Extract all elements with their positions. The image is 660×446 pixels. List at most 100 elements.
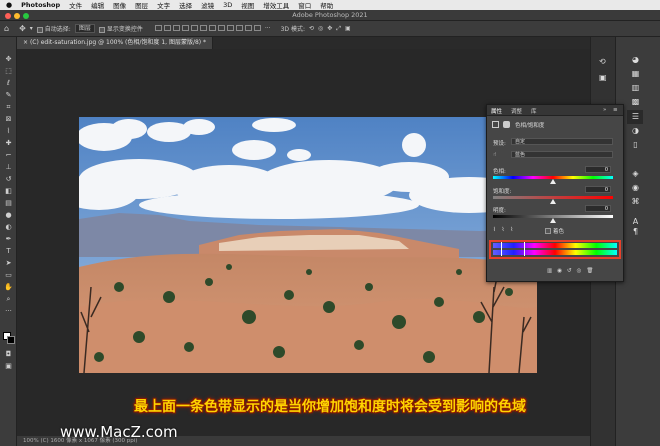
- watermark: www.MacZ.com: [60, 423, 178, 441]
- channels-panel-icon[interactable]: ◉: [630, 183, 641, 193]
- panel-footer-icons[interactable]: ▥◉↺◎🗑: [547, 268, 598, 274]
- path-select-tool-icon[interactable]: ➤: [4, 259, 13, 268]
- saturation-value-field[interactable]: 0: [585, 186, 611, 193]
- menu-help[interactable]: 帮助: [320, 0, 333, 10]
- menu-type[interactable]: 文字: [157, 0, 170, 10]
- document-tab[interactable]: × (C) edit-saturation.jpg @ 100% (色相/饱和度…: [17, 37, 214, 49]
- menu-layer[interactable]: 图层: [135, 0, 148, 10]
- character-panel-icon[interactable]: A: [630, 217, 641, 227]
- blur-tool-icon[interactable]: ●: [4, 211, 13, 220]
- paths-panel-icon[interactable]: ⌘: [630, 197, 641, 207]
- quick-select-tool-icon[interactable]: ✎: [4, 91, 13, 100]
- adjustments-panel-icon[interactable]: ◑: [630, 126, 641, 136]
- saturation-label: 饱和度:: [493, 189, 512, 195]
- hand-tool-icon[interactable]: ✋: [4, 283, 13, 292]
- mask-icon[interactable]: [503, 121, 510, 128]
- frame-tool-icon[interactable]: ⊠: [4, 115, 13, 124]
- history-panel-icon[interactable]: ⟲: [599, 57, 606, 66]
- hue-slider-thumb[interactable]: [550, 179, 556, 184]
- color-panel-icon[interactable]: ◕: [630, 55, 641, 65]
- patterns-panel-icon[interactable]: ▩: [630, 97, 641, 107]
- brush-tool-icon[interactable]: ⌐: [4, 151, 13, 160]
- crop-tool-icon[interactable]: ⌗: [4, 103, 13, 112]
- move-tool-icon[interactable]: ✥: [19, 24, 26, 33]
- colorize-checkbox[interactable]: [545, 228, 551, 234]
- properties-mini-icon[interactable]: ▣: [599, 73, 607, 82]
- document-image[interactable]: [79, 117, 537, 373]
- pen-tool-icon[interactable]: ✒: [4, 235, 13, 244]
- libraries-panel-icon[interactable]: ▯: [630, 140, 641, 150]
- gradients-panel-icon[interactable]: ▥: [630, 83, 641, 93]
- lightness-value-field[interactable]: 0: [585, 205, 611, 212]
- menu-3d[interactable]: 3D: [223, 1, 232, 9]
- move-tool-icon[interactable]: ✥: [4, 55, 13, 64]
- properties-tabs: 属性 调整 库 » ≡: [487, 105, 623, 116]
- close-tab-icon[interactable]: ×: [23, 39, 30, 46]
- properties-panel-icon[interactable]: ☰: [630, 112, 641, 122]
- menu-app-photoshop[interactable]: Photoshop: [21, 1, 60, 9]
- history-brush-tool-icon[interactable]: ↺: [4, 175, 13, 184]
- clone-stamp-tool-icon[interactable]: ⊥: [4, 163, 13, 172]
- saturation-slider-thumb[interactable]: [550, 199, 556, 204]
- more-tools-icon[interactable]: ···: [4, 307, 13, 316]
- auto-select-label: 自动选择:: [44, 26, 71, 33]
- show-transform-checkbox[interactable]: 显示变换控件: [98, 24, 143, 33]
- background-color-swatch[interactable]: [7, 336, 15, 344]
- properties-panel: 属性 调整 库 » ≡ 色相/饱和度 预设: 自定 ☝ 蓝色 色相: 0 饱和度…: [486, 104, 624, 282]
- menu-view[interactable]: 视图: [241, 0, 254, 10]
- options-bar: ⌂ ✥ ▾ 自动选择: 图层 显示变换控件 ··· 3D 模式: ⟲◎✥⤢▣: [0, 21, 660, 37]
- lightness-slider-thumb[interactable]: [550, 218, 556, 223]
- align-icons[interactable]: [153, 24, 261, 33]
- tab-libraries[interactable]: 库: [531, 107, 537, 115]
- more-options-icon[interactable]: ···: [265, 25, 271, 32]
- menu-window[interactable]: 窗口: [298, 0, 311, 10]
- tab-adjustments[interactable]: 调整: [511, 107, 522, 115]
- menu-select[interactable]: 选择: [179, 0, 192, 10]
- paragraph-panel-icon[interactable]: ¶: [630, 227, 641, 237]
- swatches-panel-icon[interactable]: ▦: [630, 69, 641, 79]
- auto-select-checkbox[interactable]: 自动选择:: [36, 24, 71, 33]
- layers-panel-icon[interactable]: ◈: [630, 169, 641, 179]
- document-tab-label: (C) edit-saturation.jpg @ 100% (色相/饱和度 1…: [29, 39, 207, 46]
- document-tab-bar: × (C) edit-saturation.jpg @ 100% (色相/饱和度…: [17, 37, 590, 49]
- home-icon[interactable]: ⌂: [4, 24, 9, 33]
- adjustment-layer-icon: [492, 121, 499, 128]
- quick-mask-icon[interactable]: ◘: [4, 350, 13, 359]
- rectangle-tool-icon[interactable]: ▭: [4, 271, 13, 280]
- menubar: ● Photoshop 文件 编辑 图像 图层 文字 选择 滤镜 3D 视图 增…: [0, 0, 660, 10]
- apple-icon[interactable]: ●: [6, 1, 12, 9]
- eyedropper-tool-icon[interactable]: ⌇: [4, 127, 13, 136]
- menu-filter[interactable]: 滤镜: [201, 0, 214, 10]
- 3d-mode-label: 3D 模式:: [280, 26, 305, 33]
- range-handles[interactable]: [501, 242, 525, 256]
- hue-label: 色相:: [493, 169, 506, 175]
- video-subtitle: 最上面一条色带显示的是当你增加饱和度时将会受到影响的色域: [134, 399, 526, 415]
- collapse-panel-icon[interactable]: »: [603, 107, 606, 113]
- eyedropper-icons[interactable]: ⌇⌇⌇: [493, 227, 519, 233]
- eraser-tool-icon[interactable]: ◧: [4, 187, 13, 196]
- lightness-label: 明度:: [493, 208, 506, 214]
- preset-dropdown[interactable]: 自定: [511, 138, 613, 145]
- tab-properties[interactable]: 属性: [491, 107, 502, 115]
- screen-mode-icon[interactable]: ▣: [4, 362, 13, 371]
- targeted-adjust-icon[interactable]: ☝: [493, 152, 496, 158]
- menu-plugins[interactable]: 增效工具: [263, 0, 289, 10]
- tools-panel: ✥ ⬚ ℓ ✎ ⌗ ⊠ ⌇ ✚ ⌐ ⊥ ↺ ◧ ▤ ● ◐ ✒ T ➤ ▭ ✋ …: [0, 37, 17, 446]
- panel-menu-icon[interactable]: ≡: [613, 107, 618, 113]
- channel-dropdown[interactable]: 蓝色: [511, 151, 613, 158]
- 3d-mode-icons[interactable]: ⟲◎✥⤢▣: [309, 25, 355, 33]
- gradient-tool-icon[interactable]: ▤: [4, 199, 13, 208]
- chevron-down-icon[interactable]: ▾: [30, 25, 33, 32]
- type-tool-icon[interactable]: T: [4, 247, 13, 256]
- auto-select-dropdown[interactable]: 图层: [74, 24, 95, 33]
- menu-file[interactable]: 文件: [69, 0, 82, 10]
- menu-edit[interactable]: 编辑: [91, 0, 104, 10]
- healing-brush-tool-icon[interactable]: ✚: [4, 139, 13, 148]
- dodge-tool-icon[interactable]: ◐: [4, 223, 13, 232]
- window-titlebar: Adobe Photoshop 2021: [0, 10, 660, 21]
- lasso-tool-icon[interactable]: ℓ: [4, 79, 13, 88]
- zoom-tool-icon[interactable]: ⌕: [4, 295, 13, 304]
- marquee-tool-icon[interactable]: ⬚: [4, 67, 13, 76]
- menu-image[interactable]: 图像: [113, 0, 126, 10]
- hue-value-field[interactable]: 0: [585, 166, 611, 173]
